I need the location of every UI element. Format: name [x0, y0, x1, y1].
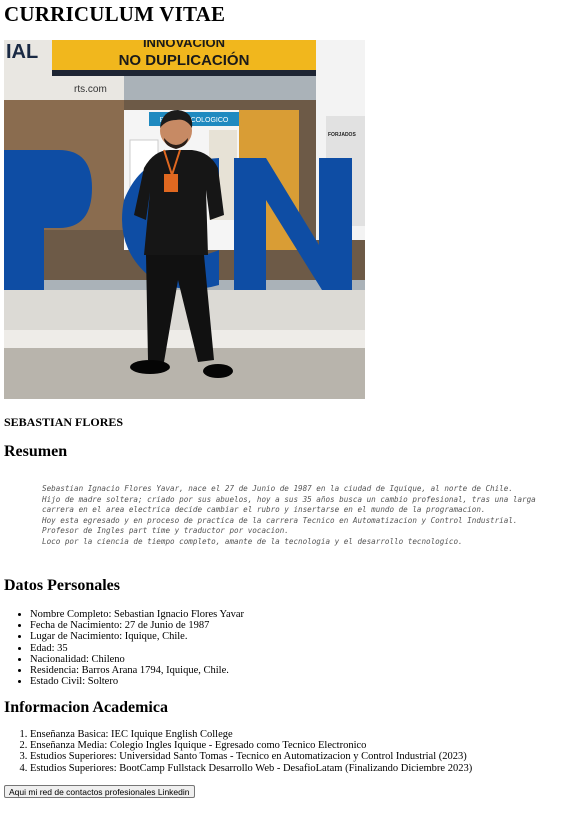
list-item: Lugar de Nacimiento: Iquique, Chile.	[30, 631, 244, 642]
academica-list: Enseñanza Basica: IEC Iquique English Co…	[4, 729, 472, 774]
list-item: Nacionalidad: Chileno	[30, 654, 244, 665]
list-item: Estudios Superiores: BootCamp Fullstack …	[30, 763, 472, 774]
left-sign: IAL	[6, 41, 38, 63]
resumen-line: Loco por la ciencia de tiempo completo, …	[42, 536, 463, 546]
resumen-line: Profesor de Ingles part time y traductor…	[42, 526, 289, 535]
list-item: Edad: 35	[30, 643, 244, 654]
list-item: Residencia: Barros Arana 1794, Iquique, …	[30, 665, 244, 676]
list-item: Estudios Superiores: Universidad Santo T…	[30, 751, 472, 762]
banner-line2: NO DUPLICACIÓN	[119, 51, 250, 69]
section-heading-datos: Datos Personales	[4, 577, 120, 594]
person-name: SEBASTIAN FLORES	[4, 415, 124, 429]
list-item: Fecha de Nacimiento: 27 de Junio de 1987	[30, 620, 244, 631]
profile-photo: IAL rts.com INNOVACIÓN NO DUPLICACIÓN FO…	[4, 40, 365, 399]
list-item: Estado Civil: Soltero	[30, 676, 244, 687]
list-item: Enseñanza Media: Colegio Ingles Iquique …	[30, 740, 472, 751]
resumen-line: carrera en el area electrica decide camb…	[42, 505, 486, 514]
resumen-line: Hoy esta egresado y en proceso de practi…	[42, 515, 518, 525]
linkedin-button[interactable]: Aqui mi red de contactos profesionales L…	[4, 785, 195, 798]
right-sign: FORJADOS	[328, 132, 356, 138]
banner-line1: INNOVACIÓN	[143, 40, 225, 50]
datos-list: Nombre Completo: Sebastian Ignacio Flore…	[4, 609, 244, 687]
section-heading-resumen: Resumen	[4, 443, 68, 460]
list-item: Enseñanza Basica: IEC Iquique English Co…	[30, 729, 472, 740]
list-item: Nombre Completo: Sebastian Ignacio Flore…	[30, 609, 244, 620]
page-title: CURRICULUM VITAE	[4, 2, 226, 26]
resumen-line: Sebastian Ignacio Flores Yavar, nace el …	[42, 484, 513, 493]
left-sign-url: rts.com	[74, 84, 107, 95]
profile-photo-illustration: IAL rts.com INNOVACIÓN NO DUPLICACIÓN FO…	[4, 40, 365, 399]
section-heading-academica: Informacion Academica	[4, 699, 168, 716]
resumen-text: Sebastian Ignacio Flores Yavar, nace el …	[42, 484, 570, 547]
resumen-line: Hijo de madre soltera; criado por sus ab…	[42, 494, 536, 504]
